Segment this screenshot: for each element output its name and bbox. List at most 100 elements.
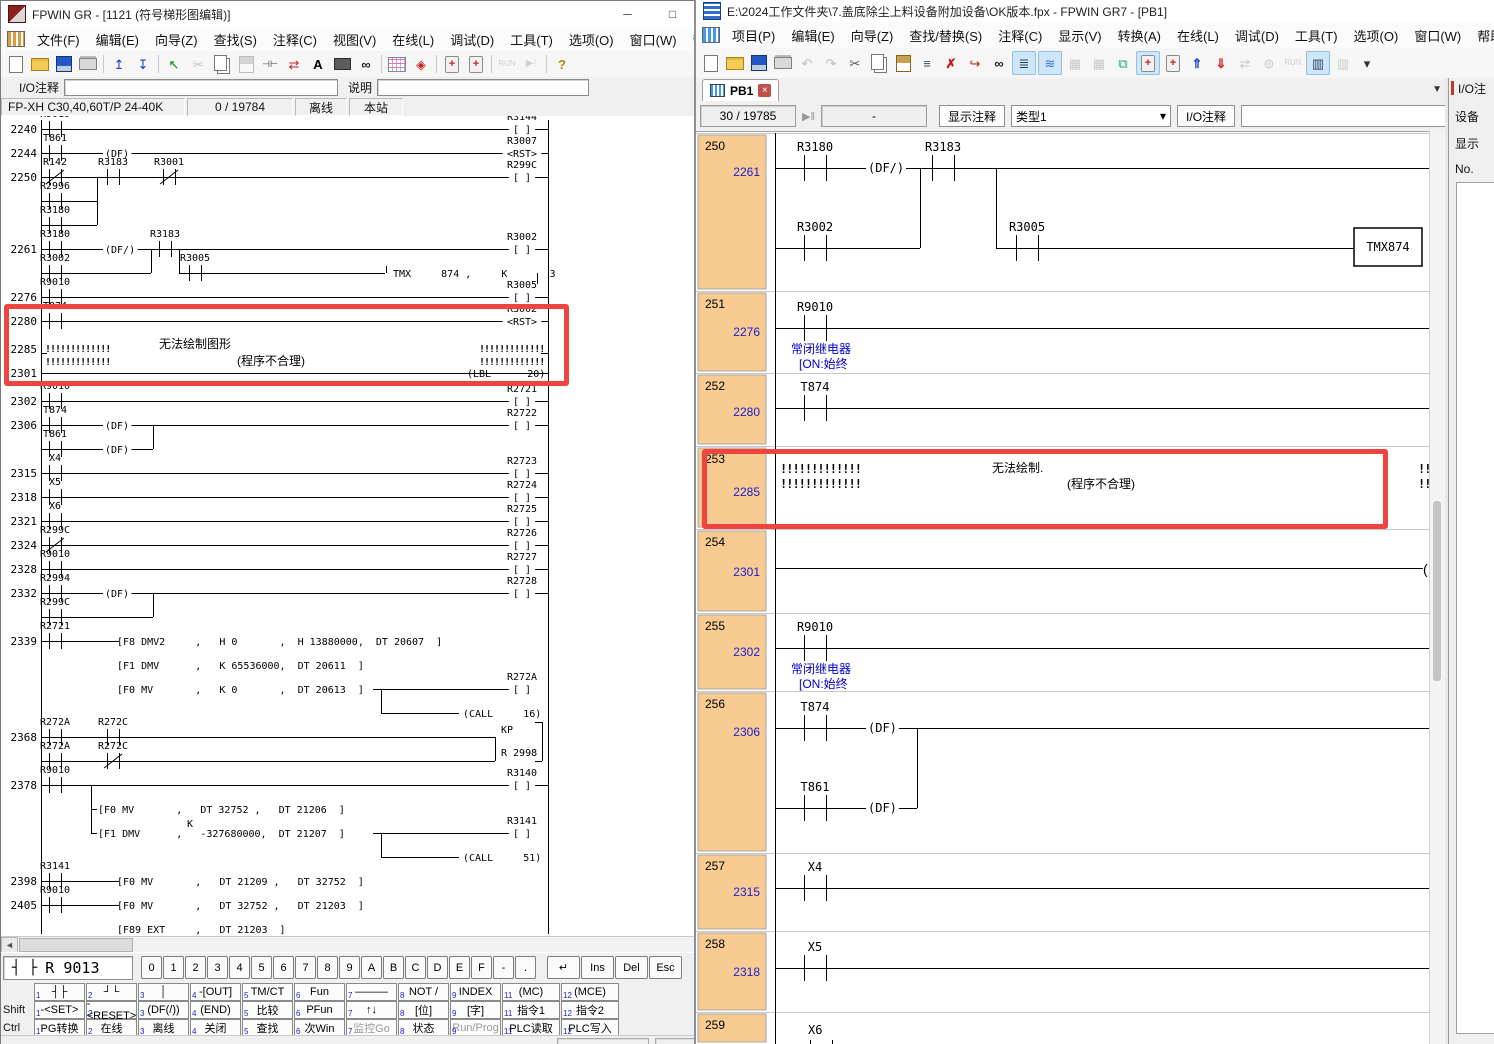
fkey-5-Shift[interactable]: 5比较 [242, 1001, 293, 1019]
grid-a-icon[interactable]: ▦ [1064, 52, 1086, 74]
pg-convert-icon[interactable]: ⧉ [1112, 52, 1134, 74]
document-icon[interactable] [7, 31, 25, 47]
fkey-11-base[interactable]: 11(MC) [502, 983, 560, 1001]
online-icon[interactable]: + [1136, 51, 1160, 75]
cut-icon[interactable]: ✂ [844, 52, 866, 74]
hex-key-0[interactable]: 0 [141, 956, 162, 979]
fkey-9-Shift[interactable]: 9[字] [450, 1001, 501, 1019]
more-icon[interactable]: ▾ [1356, 52, 1378, 74]
upload-icon[interactable]: ⇑ [1186, 52, 1208, 74]
hex-key-F[interactable]: F [471, 956, 492, 979]
save-icon[interactable] [53, 53, 75, 75]
fkey-8-base[interactable]: 8NOT / [398, 983, 449, 1001]
menu-item-帮助H[interactable]: 帮助(H) [1469, 23, 1494, 48]
stop-icon[interactable]: ⊜ [1258, 52, 1280, 74]
fkey-6-Shift[interactable]: 6PFun [294, 1001, 345, 1019]
hex-key-6[interactable]: 6 [273, 956, 294, 979]
hex-key-7[interactable]: 7 [295, 956, 316, 979]
hex-key-.[interactable]: . [515, 956, 536, 979]
menu-item-编辑E[interactable]: 编辑(E) [783, 23, 842, 48]
tab-close-icon[interactable]: × [758, 84, 771, 97]
save-icon[interactable] [748, 52, 770, 74]
menu-item-注释C[interactable]: 注释(C) [265, 27, 325, 52]
tab-list-dropdown-icon[interactable]: ▼ [1432, 84, 1442, 95]
new-icon[interactable] [700, 52, 722, 74]
minimize-button[interactable]: ─ [605, 1, 650, 27]
vertical-scrollbar[interactable] [1429, 131, 1446, 1044]
hex-key-1[interactable]: 1 [163, 956, 184, 979]
show-comment-icon[interactable]: ≣ [1012, 51, 1036, 75]
edit-key-Del[interactable]: Del [615, 956, 648, 979]
run-icon[interactable]: RUN [496, 53, 518, 75]
horizontal-scrollbar[interactable]: ◄ [1, 936, 694, 953]
fkey-4-Shift[interactable]: 4(END) [190, 1001, 241, 1019]
window-up-icon[interactable]: ↥ [108, 53, 130, 75]
menu-item-转换A[interactable]: 转换(A) [1110, 23, 1169, 48]
menu-item-项目P[interactable]: 项目(P) [724, 23, 783, 48]
edit-key-Esc[interactable]: Esc [649, 956, 682, 979]
menu-item-编辑E[interactable]: 编辑(E) [88, 27, 147, 52]
fkey-3-Shift[interactable]: 3(DF(/)) [138, 1001, 189, 1019]
fkey-5-base[interactable]: 5TM/CT [242, 983, 293, 1001]
fkey-1-Shift[interactable]: 1-<SET> [34, 1001, 85, 1019]
undo-icon[interactable]: ↶ [796, 52, 818, 74]
fkey-2-Shift[interactable]: 2-<RESET> [86, 1001, 137, 1019]
io-comment-button[interactable]: I/O注释 [1177, 105, 1235, 127]
fkey-1-base[interactable]: 1┤├ [34, 983, 85, 1001]
run-icon[interactable]: RUN [1282, 52, 1304, 74]
cut-icon[interactable]: ✂ [187, 53, 209, 75]
instruction-entry-box[interactable]: ┤ ├ R 9013 [3, 956, 133, 980]
menu-item-显示V[interactable]: 显示(V) [1050, 23, 1109, 48]
menu-item-选项O[interactable]: 选项(O) [561, 27, 622, 52]
window-down-icon[interactable]: ↧ [132, 53, 154, 75]
copy-icon[interactable] [868, 52, 890, 74]
fkey-8-Ctrl[interactable]: 8状态 [398, 1019, 449, 1037]
download-icon[interactable]: ⇓ [1210, 52, 1232, 74]
step-run-icon[interactable]: ▶⁞ [520, 53, 542, 75]
hex-key-C[interactable]: C [405, 956, 426, 979]
paste-icon[interactable] [892, 52, 914, 74]
monitor-icon[interactable]: ▥ [1306, 51, 1330, 75]
fkey-11-Shift[interactable]: 11指令1 [502, 1001, 560, 1019]
edit-key-↵[interactable]: ↵ [547, 956, 580, 979]
fkey-12-base[interactable]: 12(MCE) [561, 983, 619, 1001]
menu-item-文件F[interactable]: 文件(F) [29, 27, 88, 52]
redo-icon[interactable]: ↷ [820, 52, 842, 74]
offline-icon[interactable]: + [1162, 52, 1184, 74]
ladder-editor[interactable]: 2240224422502261227622802285230123022306… [1, 116, 694, 936]
print-icon[interactable] [77, 53, 99, 75]
menu-item-在线L[interactable]: 在线(L) [384, 27, 442, 52]
hex-key-D[interactable]: D [427, 956, 448, 979]
menu-item-调试D[interactable]: 调试(D) [442, 27, 502, 52]
bookmark-icon[interactable]: ◈ [410, 53, 432, 75]
hex-key-3[interactable]: 3 [207, 956, 228, 979]
open-icon[interactable] [724, 52, 746, 74]
edit-key-Ins[interactable]: Ins [581, 956, 614, 979]
menu-item-视图V[interactable]: 视图(V) [325, 27, 384, 52]
io-grid-icon[interactable] [386, 53, 408, 75]
fkey-4-base[interactable]: 4-[OUT] [190, 983, 241, 1001]
hex-key-A[interactable]: A [361, 956, 382, 979]
fkey-11-Ctrl[interactable]: 11PLC读取 [502, 1019, 560, 1037]
fkey-4-Ctrl[interactable]: 4关闭 [190, 1019, 241, 1037]
grid-b-icon[interactable]: ▦ [1088, 52, 1110, 74]
description-input[interactable] [377, 79, 589, 96]
paste-icon[interactable] [235, 53, 257, 75]
hex-key-5[interactable]: 5 [251, 956, 272, 979]
project-icon[interactable] [702, 27, 720, 43]
fkey-12-Shift[interactable]: 12指令2 [561, 1001, 619, 1019]
insert-row-icon[interactable]: ≡ [916, 52, 938, 74]
fkey-7-base[interactable]: 7——— [346, 983, 397, 1001]
wire-tool-icon[interactable]: ⇄ [283, 53, 305, 75]
new-icon[interactable] [5, 53, 27, 75]
fkey-6-base[interactable]: 6Fun [294, 983, 345, 1001]
menu-item-窗口W[interactable]: 窗口(W) [1406, 23, 1469, 48]
panel-list[interactable] [1456, 182, 1494, 1034]
fkey-3-Ctrl[interactable]: 3离线 [138, 1019, 189, 1037]
fkey-7-Ctrl[interactable]: 7监控Go [346, 1019, 397, 1037]
hex-key--[interactable]: - [493, 956, 514, 979]
show-comment-button[interactable]: 显示注释 [939, 105, 1005, 127]
jump-icon[interactable]: ↪ [964, 52, 986, 74]
fkey-6-Ctrl[interactable]: 6次Win [294, 1019, 345, 1037]
gr7-ladder-editor[interactable]: 2502261251227625222802532285254230125523… [696, 131, 1429, 1044]
